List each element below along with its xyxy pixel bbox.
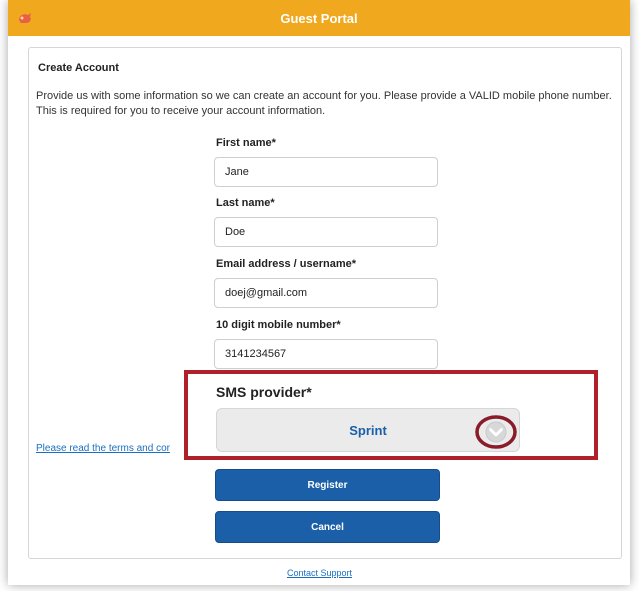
portal-logo-icon: [19, 13, 31, 23]
last-name-label: Last name*: [216, 197, 275, 209]
contact-support-link[interactable]: Contact Support: [0, 568, 639, 578]
sms-provider-label: SMS provider*: [216, 384, 312, 400]
intro-text: Provide us with some information so we c…: [36, 90, 612, 117]
terms-link[interactable]: Please read the terms and cor: [36, 443, 170, 454]
mobile-label: 10 digit mobile number*: [216, 319, 341, 331]
last-name-input[interactable]: [214, 217, 438, 247]
mobile-input[interactable]: [214, 339, 438, 369]
portal-title: Guest Portal: [280, 10, 358, 26]
card-title: Create Account: [38, 62, 119, 74]
register-button[interactable]: Register: [215, 469, 440, 501]
cancel-button[interactable]: Cancel: [215, 511, 440, 543]
chevron-down-icon[interactable]: [474, 414, 518, 450]
first-name-label: First name*: [216, 137, 276, 149]
first-name-input[interactable]: [214, 157, 438, 187]
email-input[interactable]: [214, 278, 438, 308]
email-label: Email address / username*: [216, 258, 357, 270]
portal-header: Guest Portal: [8, 0, 630, 36]
